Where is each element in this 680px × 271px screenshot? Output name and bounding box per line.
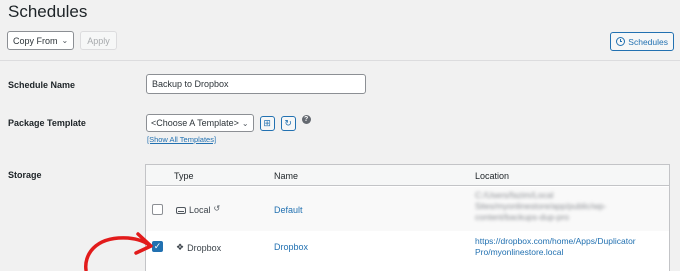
location-line: Sites/myonlinestore/app/public/wp-: [475, 201, 607, 211]
apply-button[interactable]: Apply: [80, 31, 117, 50]
schedules-button[interactable]: Schedules: [610, 32, 674, 51]
storage-checkbox-local[interactable]: [152, 204, 163, 215]
copy-from-select[interactable]: Copy From ⌄: [7, 31, 75, 50]
package-template-controls: <Choose A Template> ⌄ ⊞ ↻ ?: [146, 114, 311, 132]
dropbox-icon: ❖: [176, 242, 185, 252]
header-location: Location: [475, 171, 510, 181]
storage-type-label: Local: [189, 205, 211, 215]
schedules-button-label: Schedules: [628, 36, 668, 47]
divider: [0, 60, 680, 61]
storage-name-link[interactable]: Default: [274, 205, 303, 215]
refresh-icon: ↻: [284, 117, 292, 128]
refresh-icon: ↺: [213, 203, 221, 213]
storage-location-link[interactable]: https://dropbox.com/home/Apps/Duplicator…: [475, 236, 675, 258]
location-line: https://dropbox.com/home/Apps/Duplicator: [475, 236, 636, 246]
location-line: Pro/myonlinestore.local: [475, 247, 564, 257]
template-select-value: <Choose A Template>: [151, 118, 239, 128]
refresh-templates-button[interactable]: ↻: [280, 115, 296, 131]
storage-table: Type Name Location Local ↺ Default C:/Us…: [145, 164, 670, 271]
clock-icon: [616, 37, 626, 46]
storage-location: C:/Users/fazim/Local Sites/myonlinestore…: [475, 190, 675, 223]
header-name: Name: [274, 171, 299, 181]
storage-type-label: Dropbox: [187, 242, 222, 253]
storage-type-local: Local ↺: [176, 203, 221, 215]
help-icon[interactable]: ?: [301, 114, 311, 124]
schedule-name-label: Schedule Name: [8, 80, 76, 90]
table-row: Local ↺ Default C:/Users/fazim/Local Sit…: [146, 187, 669, 231]
location-line: content/backups-dup-pro: [475, 212, 570, 222]
table-row: ✓ ❖ Dropbox Dropbox https://dropbox.com/…: [146, 231, 669, 271]
template-select[interactable]: <Choose A Template> ⌄: [146, 114, 254, 132]
toolbar: Copy From ⌄ Apply: [7, 31, 117, 50]
annotation-arrow-icon: [84, 232, 153, 271]
table-header: Type Name Location: [146, 165, 669, 186]
add-template-button[interactable]: ⊞: [259, 115, 275, 131]
chevron-down-icon: ⌄: [61, 36, 69, 45]
chevron-down-icon: ⌄: [241, 118, 249, 128]
header-type: Type: [174, 171, 194, 181]
storage-name-link[interactable]: Dropbox: [274, 242, 308, 252]
show-all-templates-link[interactable]: [Show All Templates]: [147, 135, 216, 144]
storage-label: Storage: [8, 170, 42, 180]
plus-square-icon: ⊞: [263, 117, 271, 128]
hard-drive-icon: [176, 206, 186, 214]
copy-from-label: Copy From: [13, 35, 58, 46]
package-template-label: Package Template: [8, 118, 86, 128]
page-title: Schedules: [8, 2, 88, 21]
storage-type-dropbox: ❖ Dropbox: [176, 242, 221, 253]
schedule-name-input[interactable]: Backup to Dropbox: [146, 74, 366, 94]
location-line: C:/Users/fazim/Local: [475, 190, 554, 200]
